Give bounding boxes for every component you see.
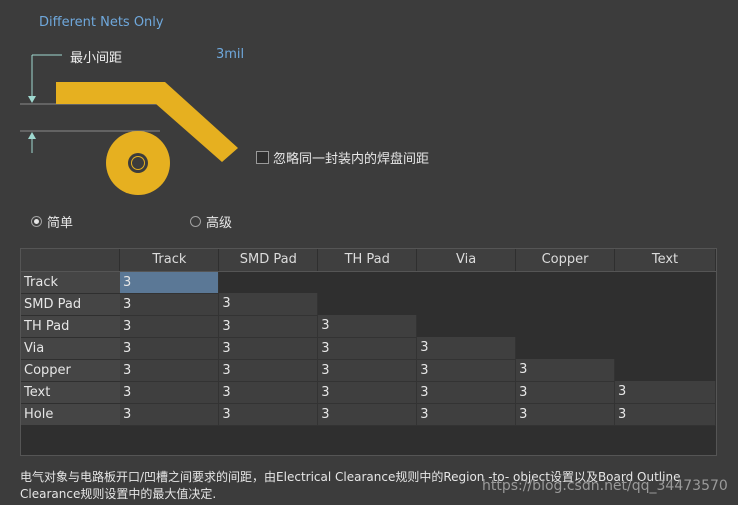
clearance-cell[interactable]: 3 (416, 381, 517, 404)
clearance-cell[interactable]: 3 (317, 381, 418, 404)
clearance-cell[interactable]: 3 (317, 359, 418, 382)
matrix-row: Track 3 (21, 271, 716, 294)
column-header: Track (119, 249, 220, 272)
clearance-cell[interactable]: 3 (614, 403, 716, 426)
clearance-cell[interactable]: 3 (218, 315, 319, 338)
matrix-row: SMD Pad 3 3 (21, 293, 716, 316)
empty-cell (416, 315, 516, 337)
empty-cell (317, 271, 417, 293)
clearance-cell[interactable]: 3 (119, 359, 220, 382)
min-clearance-value[interactable]: 3mil (216, 47, 244, 62)
mode-simple-option[interactable]: 简单 (31, 212, 73, 231)
column-header: SMD Pad (218, 249, 319, 272)
clearance-diagram (20, 54, 238, 195)
clearance-cell[interactable]: 3 (416, 359, 517, 382)
clearance-cell[interactable]: 3 (119, 403, 220, 426)
clearance-cell[interactable]: 3 (119, 293, 220, 316)
clearance-cell[interactable]: 3 (317, 337, 418, 360)
clearance-cell[interactable]: 3 (614, 381, 716, 404)
empty-cell (515, 315, 615, 337)
matrix-row: TH Pad 3 3 3 (21, 315, 716, 338)
watermark: https://blog.csdn.net/qq_34473570 (482, 478, 728, 494)
mode-simple-radio[interactable] (31, 216, 42, 227)
empty-cell (614, 337, 716, 359)
matrix-row: Via 3 3 3 3 (21, 337, 716, 360)
dim-arrow-up (28, 132, 36, 139)
clearance-cell[interactable]: 3 (119, 315, 220, 338)
mode-advanced-option[interactable]: 高级 (190, 212, 232, 231)
matrix-row: Copper 3 3 3 3 3 (21, 359, 716, 382)
row-header: Text (21, 381, 120, 404)
empty-cell (614, 359, 716, 381)
row-header: Hole (21, 403, 120, 426)
empty-cell (317, 293, 417, 315)
mode-simple-label: 简单 (47, 216, 74, 231)
empty-cell (416, 271, 516, 293)
empty-cell (614, 315, 716, 337)
min-clearance-label: 最小间距 (70, 51, 123, 66)
clearance-cell[interactable]: 3 (515, 359, 616, 382)
clearance-cell[interactable]: 3 (317, 315, 418, 338)
matrix-corner (21, 249, 121, 272)
empty-cell (416, 293, 516, 315)
clearance-cell[interactable]: 3 (218, 293, 319, 316)
mode-advanced-label: 高级 (206, 216, 233, 231)
empty-cell (614, 271, 716, 293)
empty-cell (515, 271, 615, 293)
empty-cell (515, 293, 615, 315)
ignore-pads-label: 忽略同一封装内的焊盘间距 (273, 152, 430, 167)
dim-arrow-down (28, 96, 36, 103)
empty-cell (218, 271, 318, 293)
empty-cell (515, 337, 615, 359)
row-header: Via (21, 337, 120, 360)
column-header: TH Pad (317, 249, 418, 272)
column-header: Copper (515, 249, 616, 272)
empty-cell (614, 293, 716, 315)
clearance-cell[interactable]: 3 (218, 381, 319, 404)
row-header: TH Pad (21, 315, 120, 338)
clearance-cell[interactable]: 3 (218, 359, 319, 382)
clearance-cell[interactable]: 3 (416, 337, 517, 360)
matrix-row: Text 3 3 3 3 3 3 (21, 381, 716, 404)
column-header: Text (614, 249, 716, 272)
matrix-row: Hole 3 3 3 3 3 3 (21, 403, 716, 426)
clearance-cell[interactable]: 3 (119, 271, 220, 294)
clearance-matrix: Track SMD Pad TH Pad Via Copper Text Track 3 SM… (20, 248, 717, 456)
mode-advanced-radio[interactable] (190, 216, 201, 227)
clearance-cell[interactable]: 3 (515, 381, 616, 404)
clearance-cell[interactable]: 3 (218, 403, 319, 426)
clearance-cell[interactable]: 3 (317, 403, 418, 426)
ignore-pads-checkbox[interactable] (256, 151, 269, 164)
clearance-cell[interactable]: 3 (416, 403, 517, 426)
clearance-cell[interactable]: 3 (119, 337, 220, 360)
ignore-pads-option[interactable]: 忽略同一封装内的焊盘间距 (256, 148, 429, 167)
row-header: Track (21, 271, 120, 294)
clearance-cell[interactable]: 3 (119, 381, 220, 404)
clearance-cell[interactable]: 3 (515, 403, 616, 426)
clearance-cell[interactable]: 3 (218, 337, 319, 360)
clearance-matrix-table: Track SMD Pad TH Pad Via Copper Text Track 3 SM… (21, 249, 716, 426)
column-header: Via (416, 249, 517, 272)
row-header: SMD Pad (21, 293, 120, 316)
row-header: Copper (21, 359, 120, 382)
